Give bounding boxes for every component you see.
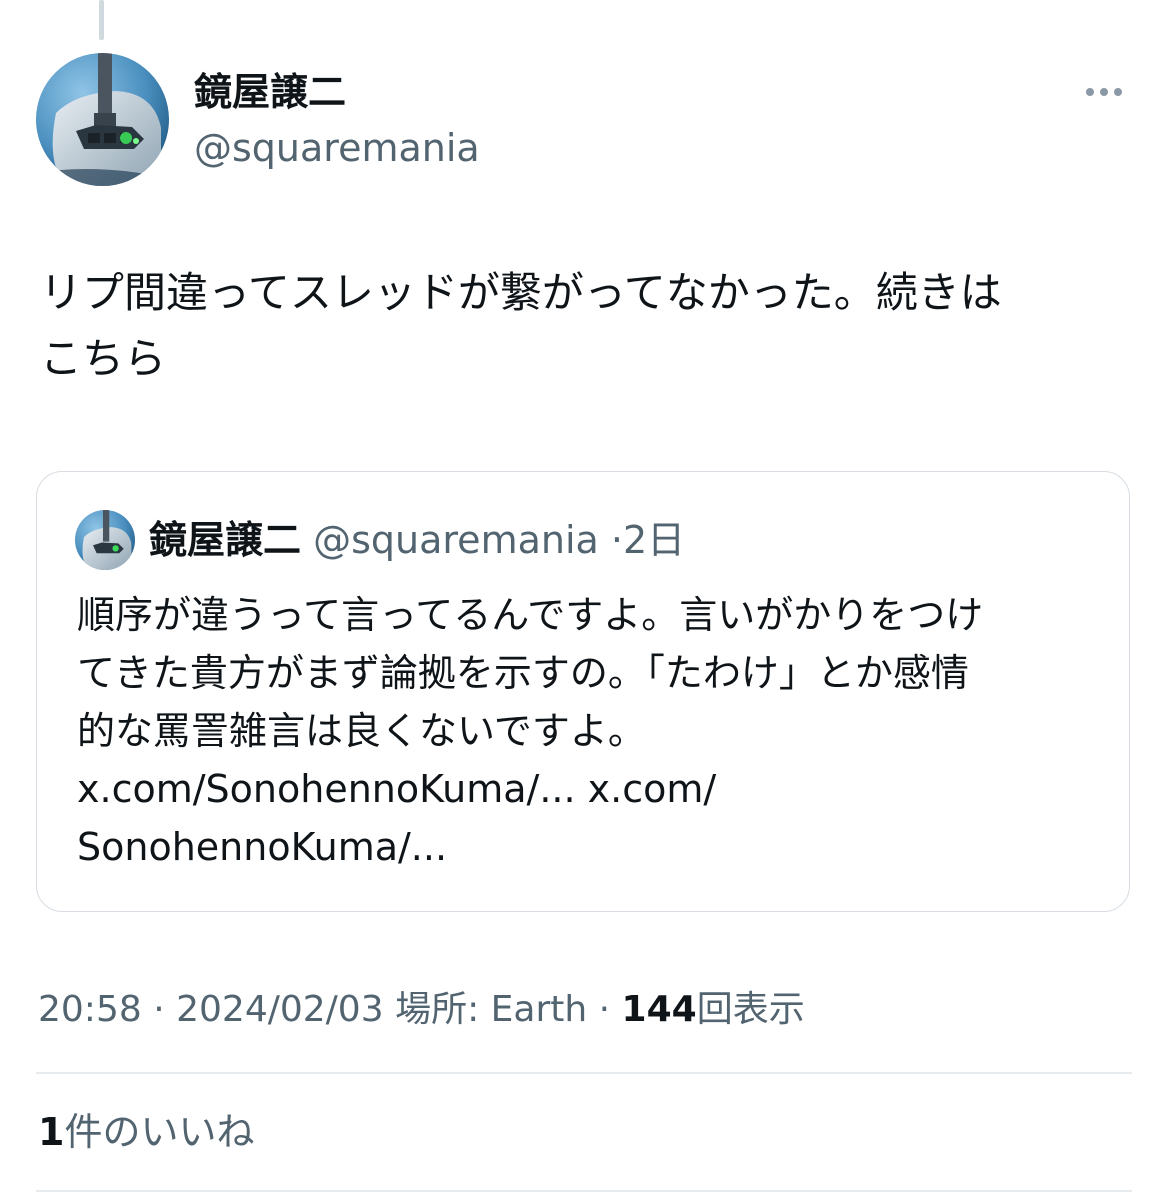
author-avatar[interactable] — [36, 53, 169, 186]
likes-link[interactable]: 1件のいいね — [38, 1106, 254, 1158]
meta-separator: · — [153, 989, 165, 1030]
tweet-text: リプ間違ってスレッドが繋がってなかった。続きは こちら — [40, 268, 1002, 383]
tweet-meta: 20:58 · 2024/02/03 場所: Earth · 144回表示 — [38, 984, 805, 1036]
quoted-timestamp: 2日 — [622, 518, 686, 562]
divider — [36, 1072, 1132, 1074]
divider — [36, 1190, 1132, 1192]
thread-connector-line — [99, 0, 104, 40]
likes-count: 1 — [38, 1110, 65, 1154]
aircraft-cockpit-avatar-icon — [36, 53, 169, 186]
tweet-time[interactable]: 20:58 — [38, 989, 142, 1030]
more-horizontal-icon — [1086, 88, 1122, 96]
quoted-tweet-header: 鏡屋譲二 @squaremania ·2日 — [149, 514, 685, 566]
tweet-date[interactable]: 2024/02/03 — [176, 989, 384, 1030]
author-display-name[interactable]: 鏡屋譲二 — [194, 66, 346, 118]
meta-separator: · — [598, 989, 611, 1030]
likes-label: 件のいいね — [64, 1110, 255, 1154]
quoted-tweet-card[interactable]: 鏡屋譲二 @squaremania ·2日 順序が違うって言ってるんですよ。言い… — [36, 471, 1130, 912]
views-count: 144 — [621, 989, 697, 1030]
views-label: 回表示 — [696, 989, 805, 1030]
quoted-author-name: 鏡屋譲二 — [149, 518, 302, 562]
aircraft-cockpit-avatar-icon — [75, 510, 135, 570]
quoted-separator: · — [610, 518, 623, 562]
quoted-author-avatar — [75, 510, 135, 570]
quoted-tweet-text: 順序が違うって言ってるんですよ。言いがかりをつけ てきた貴方がまず論拠を示すの。… — [77, 593, 984, 869]
tweet-location: 場所: Earth — [395, 989, 588, 1030]
quoted-author-handle: @squaremania — [313, 518, 599, 562]
more-options-button[interactable] — [1074, 74, 1134, 110]
author-handle[interactable]: @squaremania — [194, 122, 480, 174]
